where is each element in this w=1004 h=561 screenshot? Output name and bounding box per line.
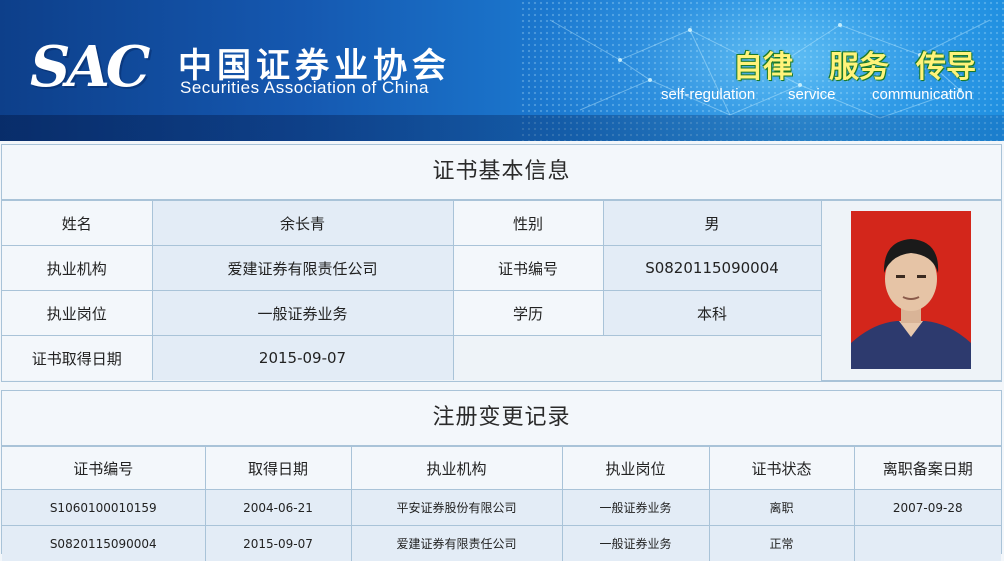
cell-cert-status: 离职 xyxy=(709,490,854,526)
person-portrait-icon xyxy=(851,211,971,369)
basic-info-title: 证书基本信息 xyxy=(2,145,1001,200)
slogan-communication-cn: 传导 xyxy=(916,42,976,86)
column-header-institution: 执业机构 xyxy=(351,447,562,490)
basic-info-table: 姓名 余长青 性别 男 xyxy=(2,200,1001,381)
photo-cell xyxy=(821,201,1001,381)
portrait-drawing xyxy=(851,211,971,369)
column-header-cert-no: 证书编号 xyxy=(2,447,205,490)
name-label: 姓名 xyxy=(2,201,152,246)
position-label: 执业岗位 xyxy=(2,291,152,336)
position-value: 一般证券业务 xyxy=(152,291,453,336)
slogan-service-en: service xyxy=(788,86,836,103)
institution-value: 爱建证券有限责任公司 xyxy=(152,246,453,291)
cell-cert-status: 正常 xyxy=(709,526,854,561)
gender-value: 男 xyxy=(603,201,821,246)
cell-obtain-date: 2015-09-07 xyxy=(205,526,351,561)
column-header-cert-status: 证书状态 xyxy=(709,447,854,490)
empty-cell xyxy=(453,336,821,381)
column-header-resign-date: 离职备案日期 xyxy=(854,447,1001,490)
cert-no-label: 证书编号 xyxy=(453,246,603,291)
slogan-service-cn: 服务 xyxy=(829,42,889,86)
cell-institution: 平安证券股份有限公司 xyxy=(351,490,562,526)
cell-cert-no: S0820115090004 xyxy=(2,526,205,561)
table-row: S1060100010159 2004-06-21 平安证券股份有限公司 一般证… xyxy=(2,490,1001,526)
cert-date-value: 2015-09-07 xyxy=(152,336,453,381)
cert-no-value: S0820115090004 xyxy=(603,246,821,291)
column-header-obtain-date: 取得日期 xyxy=(205,447,351,490)
slogan-self-regulation-cn: 自律 xyxy=(733,42,793,86)
change-records-title: 注册变更记录 xyxy=(2,391,1001,446)
banner-bottom-band xyxy=(0,115,1004,141)
basic-info-panel: 证书基本信息 姓名 余长青 性别 男 xyxy=(1,144,1002,382)
cell-institution: 爱建证券有限责任公司 xyxy=(351,526,562,561)
site-header-banner: SAC 中国证券业协会 Securities Association of Ch… xyxy=(0,0,1004,141)
cell-resign-date: 2007-09-28 xyxy=(854,490,1001,526)
change-records-panel: 注册变更记录 证书编号 取得日期 执业机构 执业岗位 证书状态 离职备案日期 S… xyxy=(1,390,1002,554)
gender-label: 性别 xyxy=(453,201,603,246)
slogan-self-regulation-en: self-regulation xyxy=(661,86,755,103)
slogan-communication-en: communication xyxy=(872,86,973,103)
cell-obtain-date: 2004-06-21 xyxy=(205,490,351,526)
cell-position: 一般证券业务 xyxy=(562,490,709,526)
cell-resign-date xyxy=(854,526,1001,561)
education-value: 本科 xyxy=(603,291,821,336)
table-row: S0820115090004 2015-09-07 爱建证券有限责任公司 一般证… xyxy=(2,526,1001,561)
education-label: 学历 xyxy=(453,291,603,336)
column-header-position: 执业岗位 xyxy=(562,447,709,490)
name-value: 余长青 xyxy=(152,201,453,246)
cell-cert-no: S1060100010159 xyxy=(2,490,205,526)
sac-logo[interactable]: SAC xyxy=(30,34,146,100)
table-header-row: 证书编号 取得日期 执业机构 执业岗位 证书状态 离职备案日期 xyxy=(2,447,1001,490)
institution-label: 执业机构 xyxy=(2,246,152,291)
org-name-en: Securities Association of China xyxy=(180,78,429,98)
cell-position: 一般证券业务 xyxy=(562,526,709,561)
cert-date-label: 证书取得日期 xyxy=(2,336,152,381)
change-records-table: 证书编号 取得日期 执业机构 执业岗位 证书状态 离职备案日期 S1060100… xyxy=(2,446,1001,561)
